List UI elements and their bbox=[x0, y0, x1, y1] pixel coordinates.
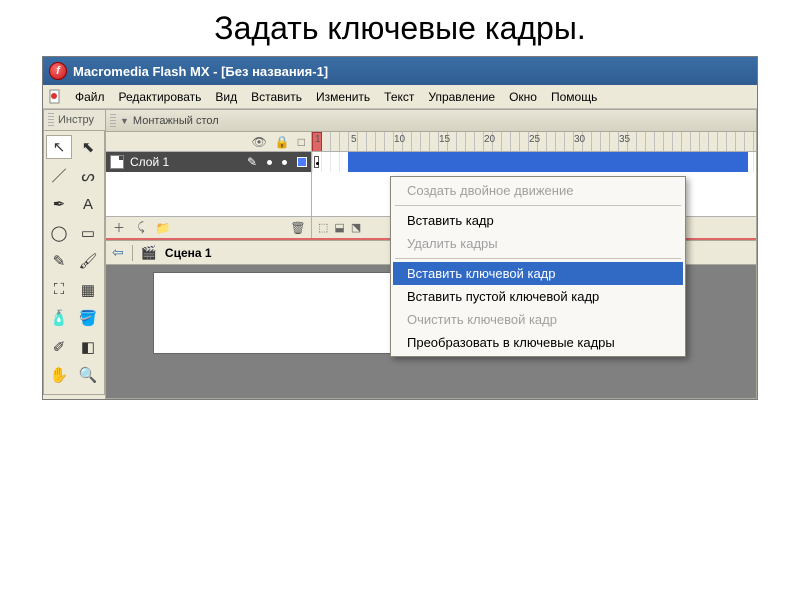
pencil-tool[interactable]: ✎ bbox=[46, 249, 72, 273]
grip-icon bbox=[110, 114, 116, 128]
paint-bucket-tool[interactable]: 🪣 bbox=[75, 306, 101, 330]
menu-text[interactable]: Текст bbox=[378, 88, 420, 106]
cm-remove-frames: Удалить кадры bbox=[393, 232, 683, 255]
ruler-num: 25 bbox=[529, 134, 540, 145]
add-folder-button[interactable]: 📁 bbox=[154, 219, 172, 237]
back-arrow-icon[interactable]: ⇦ bbox=[112, 244, 124, 261]
page-title: Задать ключевые кадры. bbox=[0, 0, 800, 53]
lock-column-icon[interactable]: 🔒 bbox=[275, 135, 290, 149]
flash-logo-icon: f bbox=[49, 62, 67, 80]
subselect-tool[interactable]: ⬉ bbox=[75, 135, 101, 159]
menu-modify[interactable]: Изменить bbox=[310, 88, 376, 106]
lasso-tool[interactable]: ᔕ bbox=[75, 164, 101, 188]
context-menu: Создать двойное движение Вставить кадр У… bbox=[390, 176, 686, 357]
grip-icon bbox=[48, 113, 54, 127]
line-tool[interactable]: ／ bbox=[46, 164, 72, 188]
onion-skin-icon[interactable]: ⬚ bbox=[318, 221, 328, 234]
separator bbox=[395, 258, 681, 259]
zoom-tool[interactable]: 🔍 bbox=[75, 363, 101, 387]
tools-panel: ↖ ⬉ ／ ᔕ ✒ A ◯ ▭ ✎ 🖌 ⛶ ▦ 🧴 🪣 ✐ ◧ ✋ bbox=[43, 131, 105, 395]
keyframe-icon[interactable] bbox=[314, 156, 319, 168]
layer-active-pencil-icon: ✎ bbox=[247, 155, 257, 169]
cm-insert-blank-keyframe[interactable]: Вставить пустой ключевой кадр bbox=[393, 285, 683, 308]
layer-visible-dot[interactable] bbox=[267, 160, 272, 165]
menu-file[interactable]: Файл bbox=[69, 88, 111, 106]
fill-transform-tool[interactable]: ▦ bbox=[75, 278, 101, 302]
tools-panel-label: Инстру bbox=[58, 114, 94, 126]
layer-icon bbox=[110, 155, 124, 169]
tools-panel-header[interactable]: Инстру bbox=[43, 109, 105, 131]
separator bbox=[395, 205, 681, 206]
layer-column: 👁 🔒 □ Слой 1 ✎ bbox=[106, 132, 312, 238]
menu-control[interactable]: Управление bbox=[422, 88, 501, 106]
rectangle-tool[interactable]: ▭ bbox=[75, 221, 101, 245]
titlebar: f Macromedia Flash MX - [Без названия-1] bbox=[43, 57, 757, 85]
onion-outlines-icon[interactable]: ⬓ bbox=[334, 221, 344, 234]
menu-edit[interactable]: Редактировать bbox=[113, 88, 208, 106]
timeline-panel-header[interactable]: ▼ Монтажный стол bbox=[106, 110, 756, 132]
ruler-num: 20 bbox=[484, 134, 495, 145]
eraser-tool[interactable]: ◧ bbox=[75, 335, 101, 359]
arrow-tool[interactable]: ↖ bbox=[46, 135, 72, 159]
ruler-num: 1 bbox=[315, 134, 321, 145]
cm-insert-frame[interactable]: Вставить кадр bbox=[393, 209, 683, 232]
frame-selection bbox=[348, 152, 748, 172]
hand-tool[interactable]: ✋ bbox=[46, 363, 72, 387]
frame-track[interactable] bbox=[312, 152, 756, 172]
document-icon bbox=[47, 89, 63, 105]
add-guide-layer-button[interactable]: ⤹ bbox=[132, 219, 150, 237]
ruler-num: 15 bbox=[439, 134, 450, 145]
eyedropper-tool[interactable]: ✐ bbox=[46, 335, 72, 359]
edit-multiple-icon[interactable]: ⬔ bbox=[351, 221, 361, 234]
collapse-triangle-icon[interactable]: ▼ bbox=[120, 116, 129, 126]
cm-insert-keyframe[interactable]: Вставить ключевой кадр bbox=[393, 262, 683, 285]
layer-footer: ＋ ⤹ 📁 🗑 bbox=[106, 216, 311, 238]
layer-name[interactable]: Слой 1 bbox=[130, 155, 169, 169]
ruler-num: 5 bbox=[351, 134, 357, 145]
layer-empty-area bbox=[106, 172, 311, 216]
cm-convert-keyframes[interactable]: Преобразовать в ключевые кадры bbox=[393, 331, 683, 354]
scene-label[interactable]: Сцена 1 bbox=[165, 246, 212, 260]
cm-clear-keyframe: Очистить ключевой кадр bbox=[393, 308, 683, 331]
menu-window[interactable]: Окно bbox=[503, 88, 543, 106]
frame-ruler[interactable]: 1 5 10 15 20 25 30 35 bbox=[312, 132, 756, 152]
outline-column-icon[interactable]: □ bbox=[298, 135, 305, 149]
menubar: Файл Редактировать Вид Вставить Изменить… bbox=[43, 85, 757, 109]
pen-tool[interactable]: ✒ bbox=[46, 192, 72, 216]
layer-row[interactable]: Слой 1 ✎ bbox=[106, 152, 311, 172]
stage-canvas[interactable] bbox=[154, 273, 424, 353]
ruler-num: 10 bbox=[394, 134, 405, 145]
menu-view[interactable]: Вид bbox=[209, 88, 243, 106]
separator bbox=[132, 245, 133, 261]
scene-icon: 🎬 bbox=[141, 245, 157, 261]
add-layer-button[interactable]: ＋ bbox=[110, 219, 128, 237]
menu-insert[interactable]: Вставить bbox=[245, 88, 308, 106]
eye-column-icon[interactable]: 👁 bbox=[252, 135, 267, 149]
ink-bottle-tool[interactable]: 🧴 bbox=[46, 306, 72, 330]
menu-help[interactable]: Помощь bbox=[545, 88, 603, 106]
layer-column-header: 👁 🔒 □ bbox=[106, 132, 311, 152]
cm-create-tween: Создать двойное движение bbox=[393, 179, 683, 202]
tools-column: Инстру ↖ ⬉ ／ ᔕ ✒ A ◯ ▭ ✎ 🖌 ⛶ ▦ 🧴 🪣 bbox=[43, 109, 105, 399]
free-transform-tool[interactable]: ⛶ bbox=[46, 278, 72, 302]
brush-tool[interactable]: 🖌 bbox=[75, 249, 101, 273]
delete-layer-button[interactable]: 🗑 bbox=[289, 219, 307, 237]
oval-tool[interactable]: ◯ bbox=[46, 221, 72, 245]
text-tool[interactable]: A bbox=[75, 192, 101, 216]
titlebar-text: Macromedia Flash MX - [Без названия-1] bbox=[73, 64, 328, 79]
layer-lock-dot[interactable] bbox=[282, 160, 287, 165]
layer-outline-swatch[interactable] bbox=[297, 157, 307, 167]
ruler-num: 35 bbox=[619, 134, 630, 145]
timeline-panel-label: Монтажный стол bbox=[133, 115, 219, 127]
ruler-num: 30 bbox=[574, 134, 585, 145]
